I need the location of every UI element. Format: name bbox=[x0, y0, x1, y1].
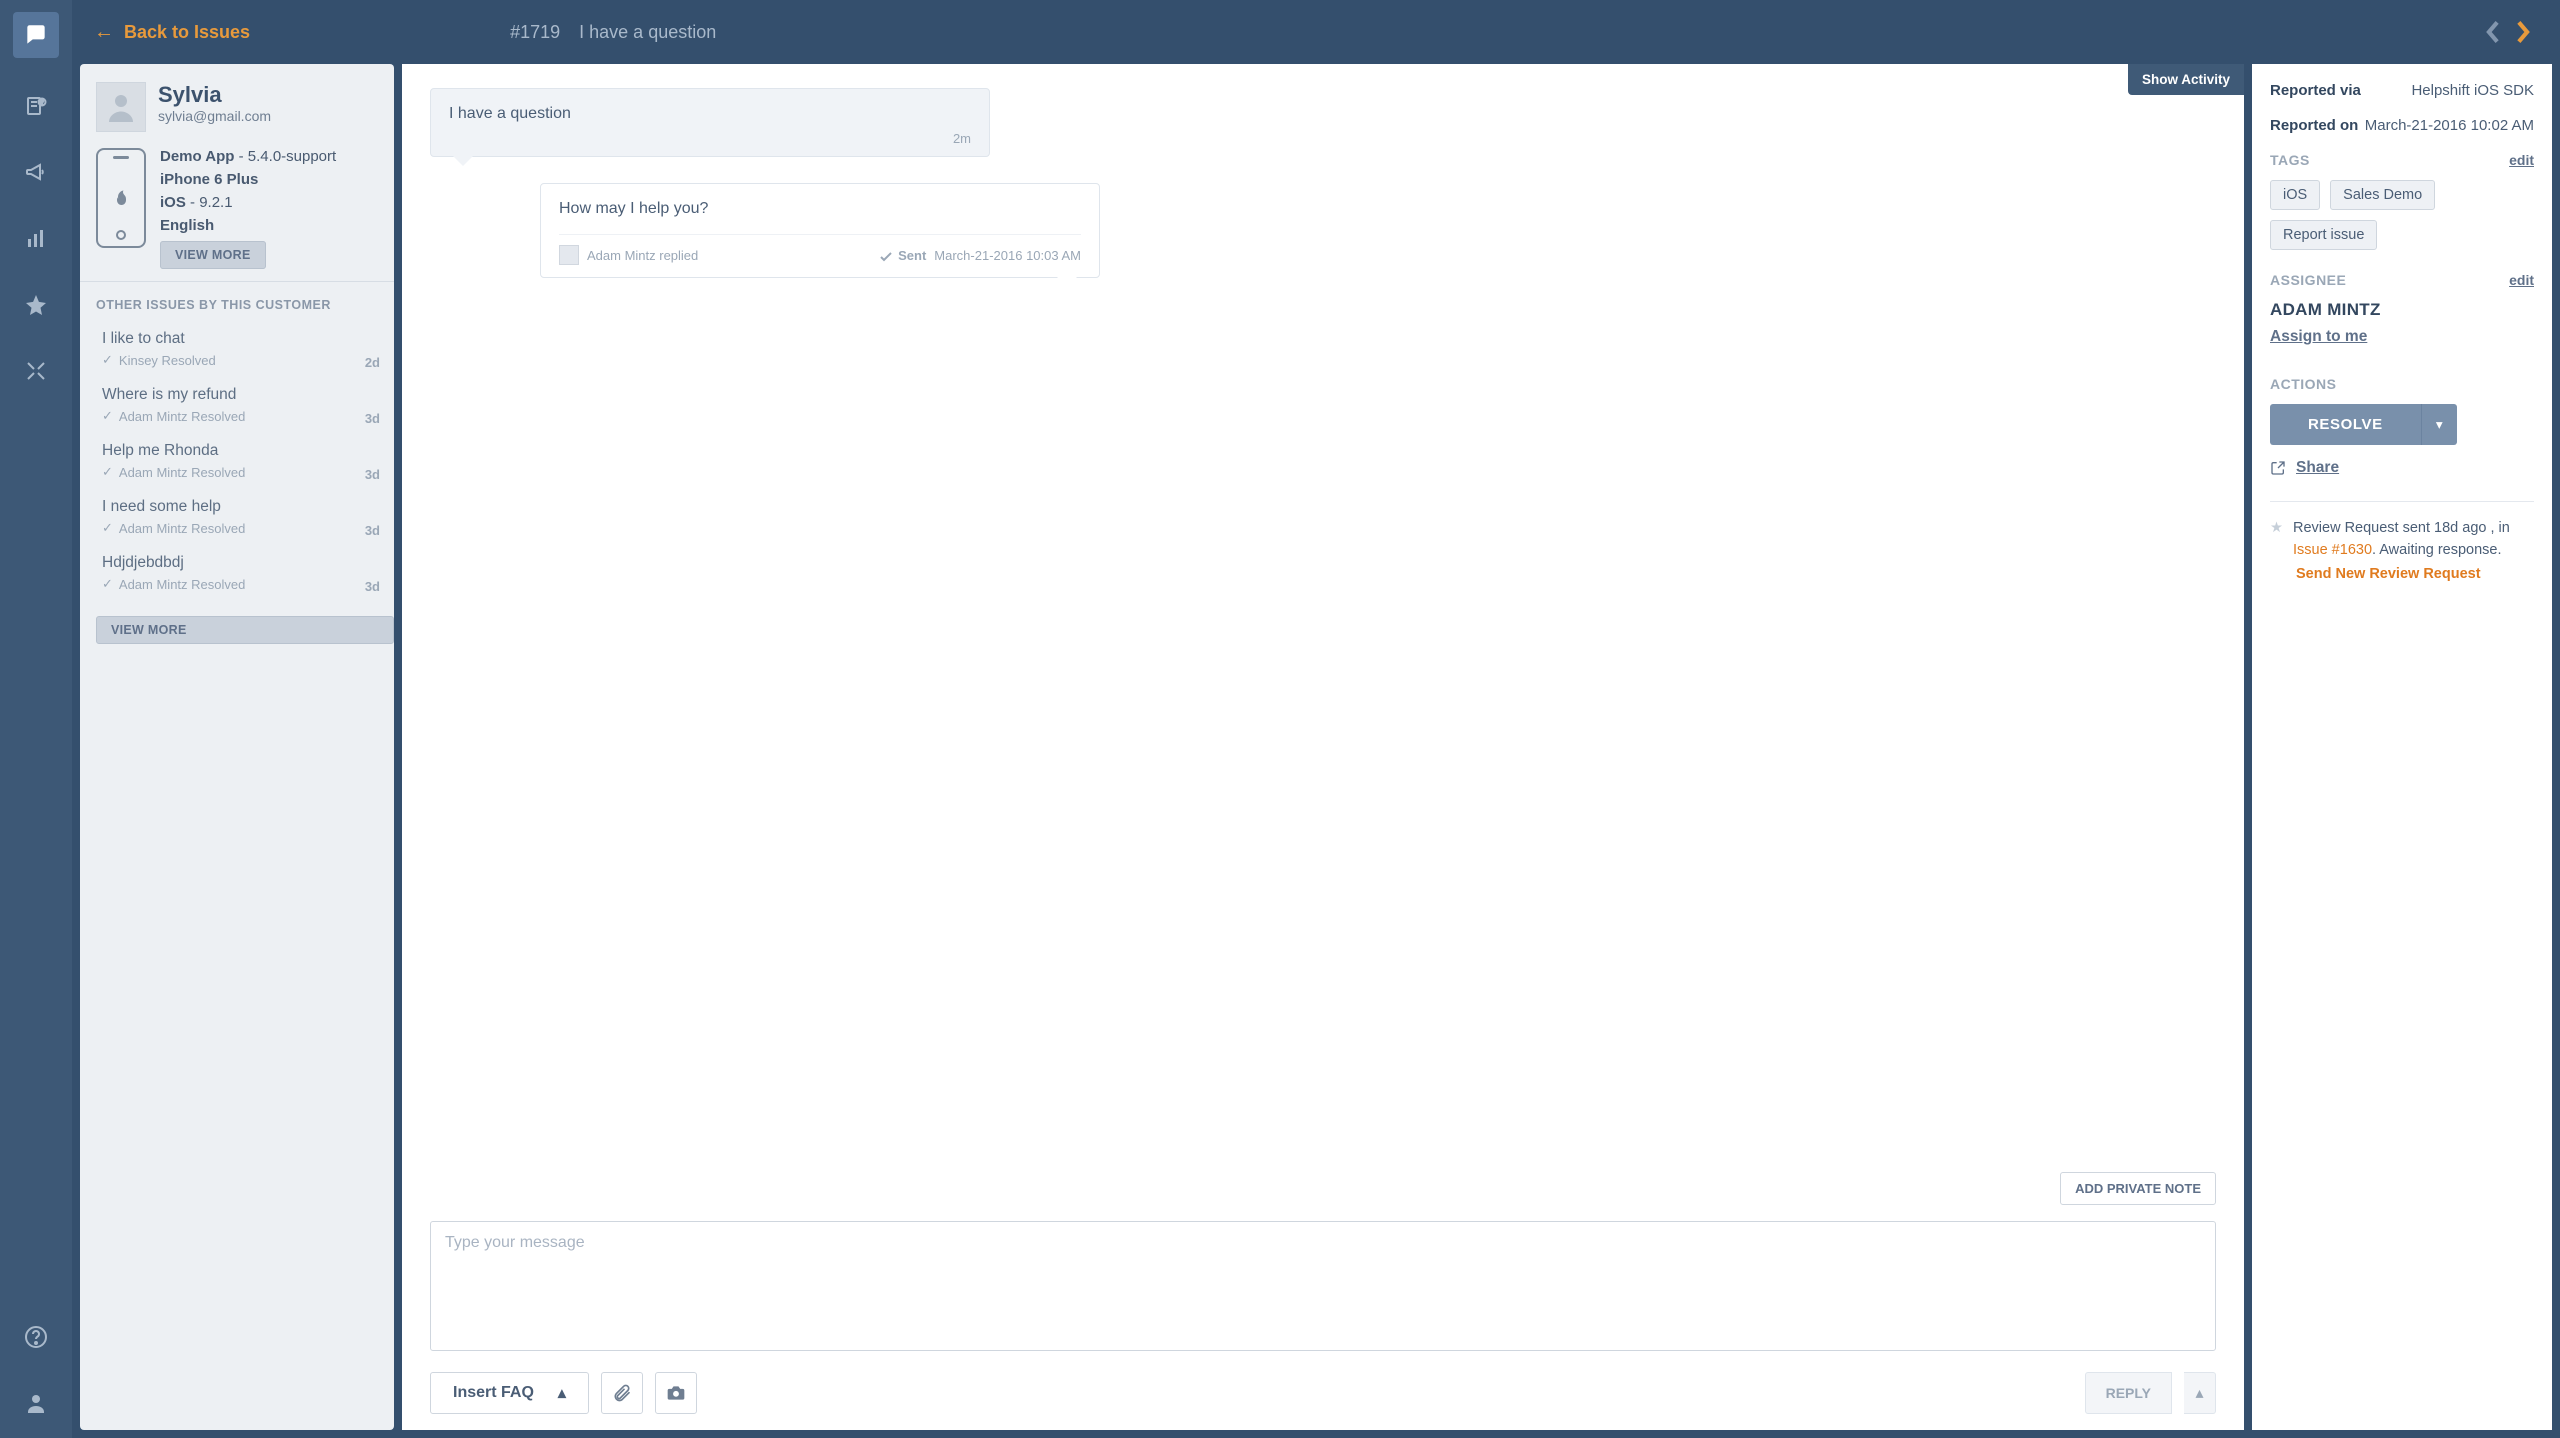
reported-via-label: Reported via bbox=[2270, 82, 2361, 99]
other-issue-item[interactable]: I need some help ✓Adam Mintz Resolved 3d bbox=[80, 490, 394, 546]
analytics-icon[interactable] bbox=[19, 222, 53, 256]
review-request-info: ★ Review Request sent 18d ago , in Issue… bbox=[2270, 518, 2534, 562]
resolve-dropdown[interactable]: ▾ bbox=[2421, 404, 2457, 445]
issue-heading: #1719 I have a question bbox=[510, 22, 716, 43]
arrow-left-icon: ← bbox=[94, 21, 114, 44]
tag[interactable]: Report issue bbox=[2270, 220, 2377, 250]
tools-icon[interactable] bbox=[19, 354, 53, 388]
message-input[interactable] bbox=[430, 1221, 2216, 1351]
other-issue-item[interactable]: I like to chat ✓Kinsey Resolved 2d bbox=[80, 322, 394, 378]
other-issue-item[interactable]: Hdjdjebdbdj ✓Adam Mintz Resolved 3d bbox=[80, 546, 394, 602]
tag[interactable]: iOS bbox=[2270, 180, 2320, 210]
other-issue-item[interactable]: Help me Rhonda ✓Adam Mintz Resolved 3d bbox=[80, 434, 394, 490]
agent-avatar bbox=[559, 245, 579, 265]
device-icon bbox=[96, 148, 146, 248]
inbound-message: I have a question 2m bbox=[430, 88, 990, 157]
conversation-panel: Show Activity I have a question 2m How m… bbox=[402, 64, 2244, 1430]
actions-label: ACTIONS bbox=[2270, 376, 2337, 392]
chat-icon[interactable] bbox=[13, 12, 59, 58]
reported-via-value: Helpshift iOS SDK bbox=[2411, 82, 2534, 99]
faq-icon[interactable]: ? bbox=[19, 90, 53, 124]
edit-tags[interactable]: edit bbox=[2509, 152, 2534, 168]
customer-panel: Sylvia sylvia@gmail.com Demo App - 5.4.0… bbox=[80, 64, 394, 1430]
customer-name: Sylvia bbox=[158, 82, 271, 108]
view-more-issues[interactable]: VIEW MORE bbox=[96, 616, 394, 644]
assign-to-me[interactable]: Assign to me bbox=[2270, 328, 2367, 346]
reply-dropdown[interactable]: ▴ bbox=[2184, 1372, 2216, 1414]
check-icon: ✓ bbox=[102, 464, 113, 480]
issue-title: I have a question bbox=[579, 22, 716, 42]
camera-button[interactable] bbox=[655, 1372, 697, 1414]
customer-avatar bbox=[96, 82, 146, 132]
tags-label: TAGS bbox=[2270, 152, 2310, 168]
nav-rail: ? bbox=[0, 0, 72, 1438]
details-panel: Reported via Helpshift iOS SDK Reported … bbox=[2252, 64, 2552, 1430]
check-icon: ✓ bbox=[102, 520, 113, 536]
star-icon[interactable] bbox=[19, 288, 53, 322]
megaphone-icon[interactable] bbox=[19, 156, 53, 190]
sent-status: Sent bbox=[880, 248, 927, 263]
reply-button[interactable]: REPLY bbox=[2085, 1372, 2172, 1414]
outbound-message: How may I help you? Adam Mintz replied S… bbox=[540, 183, 1100, 278]
svg-text:?: ? bbox=[41, 100, 44, 106]
back-label: Back to Issues bbox=[124, 22, 250, 43]
show-activity-button[interactable]: Show Activity bbox=[2128, 64, 2244, 95]
tag[interactable]: Sales Demo bbox=[2330, 180, 2435, 210]
prev-issue[interactable] bbox=[2478, 21, 2508, 43]
send-new-review[interactable]: Send New Review Request bbox=[2296, 566, 2534, 582]
star-outline-icon: ★ bbox=[2270, 518, 2283, 562]
reported-on-label: Reported on bbox=[2270, 117, 2358, 134]
caret-up-icon: ▴ bbox=[558, 1383, 566, 1403]
edit-assignee[interactable]: edit bbox=[2509, 272, 2534, 288]
reported-on-value: March-21-2016 10:02 AM bbox=[2365, 117, 2534, 134]
view-more-device[interactable]: VIEW MORE bbox=[160, 241, 266, 269]
other-issue-item[interactable]: Where is my refund ✓Adam Mintz Resolved … bbox=[80, 378, 394, 434]
assignee-label: ASSIGNEE bbox=[2270, 272, 2346, 288]
insert-faq-button[interactable]: Insert FAQ ▴ bbox=[430, 1372, 589, 1414]
other-issues-label: OTHER ISSUES BY THIS CUSTOMER bbox=[80, 282, 394, 322]
customer-email: sylvia@gmail.com bbox=[158, 108, 271, 124]
check-icon: ✓ bbox=[102, 576, 113, 592]
assignee-name: ADAM MINTZ bbox=[2270, 300, 2534, 320]
help-icon[interactable] bbox=[19, 1320, 53, 1354]
issue-id: #1719 bbox=[510, 22, 560, 42]
device-info: Demo App - 5.4.0-support iPhone 6 Plus i… bbox=[160, 148, 336, 263]
check-icon: ✓ bbox=[102, 408, 113, 424]
back-to-issues[interactable]: ← Back to Issues bbox=[94, 21, 250, 44]
check-icon: ✓ bbox=[102, 352, 113, 368]
add-private-note-button[interactable]: ADD PRIVATE NOTE bbox=[2060, 1172, 2216, 1205]
review-issue-link[interactable]: Issue #1630 bbox=[2293, 542, 2372, 558]
resolve-button[interactable]: RESOLVE bbox=[2270, 404, 2421, 445]
topbar: ← Back to Issues #1719 I have a question bbox=[72, 0, 2560, 64]
profile-icon[interactable] bbox=[19, 1386, 53, 1420]
next-issue[interactable] bbox=[2508, 21, 2538, 43]
attachment-button[interactable] bbox=[601, 1372, 643, 1414]
share-link[interactable]: Share bbox=[2270, 459, 2534, 477]
